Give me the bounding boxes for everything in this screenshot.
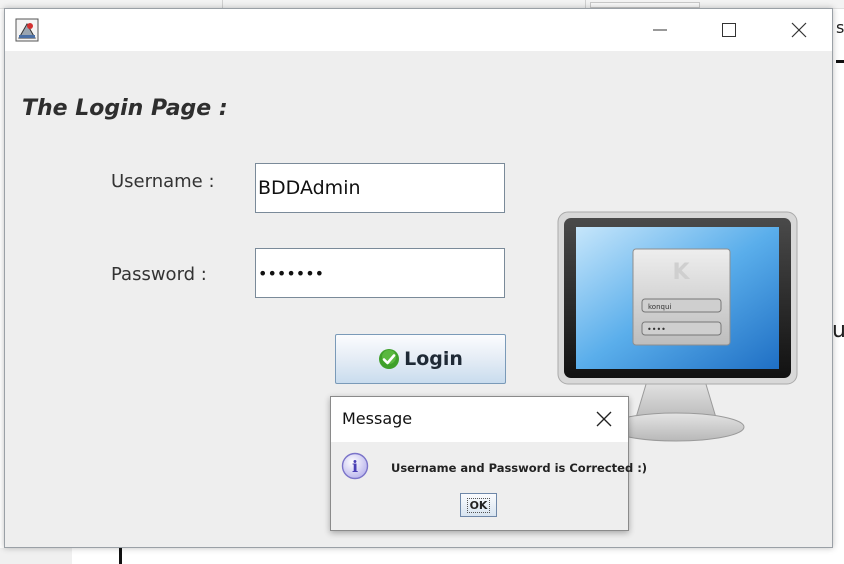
background-panel [0, 548, 72, 564]
illustration-username: konqui [648, 303, 671, 311]
background-line [836, 60, 844, 63]
svg-text:i: i [352, 457, 358, 476]
maximize-button[interactable] [706, 9, 752, 51]
info-icon: i [341, 452, 369, 480]
background-text-fragment: u [832, 318, 844, 343]
page-title: The Login Page : [22, 96, 228, 121]
illustration-password: •••• [647, 325, 666, 334]
dialog-message: Username and Password is Corrected :) [391, 461, 648, 475]
dialog-close-button[interactable] [589, 405, 619, 433]
close-icon [596, 411, 612, 427]
close-icon [791, 22, 807, 38]
check-icon [379, 349, 400, 369]
background-text-fragment: s [836, 18, 844, 37]
maximize-icon [722, 23, 736, 37]
message-dialog: Message i Username and Password is Corre… [330, 396, 647, 531]
svg-text:K: K [672, 260, 690, 285]
background-divider [585, 0, 586, 8]
username-input[interactable]: BDDAdmin [255, 163, 505, 213]
login-button[interactable]: Login [335, 334, 506, 384]
minimize-button[interactable] [637, 9, 683, 51]
close-button[interactable] [776, 9, 822, 51]
minimize-icon [653, 29, 667, 31]
password-label: Password : [111, 264, 207, 285]
title-bar[interactable] [5, 9, 832, 51]
dialog-title: Message [342, 409, 413, 428]
background-line [119, 548, 122, 564]
ok-button-label: OK [466, 497, 491, 513]
dialog-title-bar[interactable]: Message [331, 397, 628, 442]
java-app-icon [15, 18, 39, 42]
login-button-label: Login [404, 348, 463, 370]
ok-button[interactable]: OK [460, 493, 497, 517]
password-input[interactable]: ••••••• [255, 248, 505, 298]
username-label: Username : [111, 171, 215, 192]
background-divider [222, 0, 223, 8]
